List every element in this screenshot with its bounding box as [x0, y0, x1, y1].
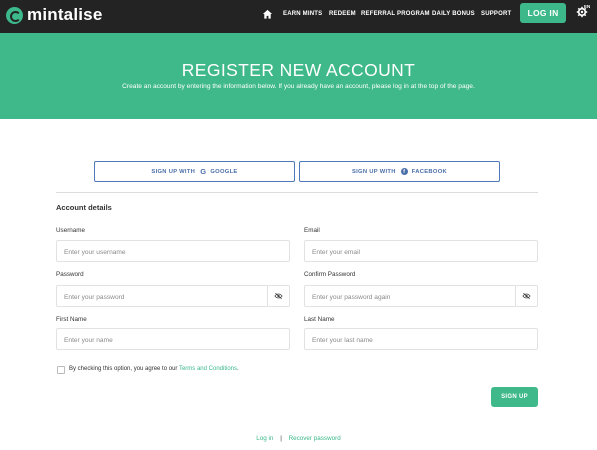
login-link[interactable]: Log in: [256, 435, 273, 442]
email-field-box: [304, 240, 538, 263]
nav-referral-program[interactable]: REFERRAL PROGRAM: [361, 11, 430, 17]
link-separator: |: [280, 435, 282, 442]
page-subtitle: Create an account by entering the inform…: [122, 83, 475, 90]
top-nav-bar: mintalise EARN MINTS REDEEM REFERRAL PRO…: [0, 0, 597, 33]
last-name-label: Last Name: [304, 316, 335, 323]
brand-logo[interactable]: mintalise: [6, 5, 103, 25]
google-icon: G: [200, 167, 207, 176]
username-input[interactable]: [57, 242, 289, 263]
recover-password-link[interactable]: Recover password: [289, 435, 341, 442]
brand-name: mintalise: [27, 5, 103, 24]
footer-links: Log in | Recover password: [0, 435, 597, 442]
nav-earn-mints[interactable]: EARN MINTS: [283, 11, 322, 17]
eye-slash-icon: [274, 292, 283, 300]
facebook-signup-name: FACEBOOK: [411, 168, 448, 175]
terms-link[interactable]: Terms and Conditions: [179, 366, 237, 372]
confirm-password-label: Confirm Password: [304, 271, 356, 278]
terms-agreement-label: By checking this option, you agree to ou…: [69, 366, 178, 372]
facebook-icon: f: [400, 168, 408, 175]
google-signup-label: SIGN UP WITH: [151, 168, 196, 175]
last-name-field-box: [304, 328, 538, 351]
confirm-password-toggle-button[interactable]: [515, 286, 537, 306]
first-name-input[interactable]: [57, 330, 289, 351]
page-title: REGISTER NEW ACCOUNT: [181, 60, 416, 80]
terms-period: .: [237, 366, 239, 372]
login-button[interactable]: LOG IN: [520, 3, 566, 23]
email-input[interactable]: [305, 242, 537, 263]
email-label: Email: [304, 227, 320, 234]
password-field-box: [56, 285, 290, 308]
terms-agreement-text: By checking this option, you agree to ou…: [69, 366, 239, 372]
confirm-password-field-box: [304, 285, 538, 308]
username-field-box: [56, 240, 290, 263]
first-name-field-box: [56, 328, 290, 351]
home-icon[interactable]: [262, 9, 273, 20]
signup-button[interactable]: SIGN UP: [491, 387, 538, 407]
eye-slash-icon: [522, 292, 531, 300]
register-banner: REGISTER NEW ACCOUNT Create an account b…: [0, 33, 597, 119]
password-input[interactable]: [57, 287, 267, 308]
nav-daily-bonus[interactable]: DAILY BONUS: [432, 11, 475, 17]
first-name-label: First Name: [56, 316, 87, 323]
google-signup-button[interactable]: SIGN UP WITH G GOOGLE: [94, 161, 295, 182]
password-toggle-button[interactable]: [267, 286, 289, 306]
confirm-password-input[interactable]: [305, 287, 515, 308]
nav-redeem[interactable]: REDEEM: [329, 11, 356, 17]
facebook-signup-label: SIGN UP WITH: [351, 168, 396, 175]
account-details-heading: Account details: [56, 203, 112, 212]
section-divider: [56, 192, 538, 193]
google-signup-name: GOOGLE: [210, 168, 238, 175]
language-code: EN: [584, 4, 591, 9]
last-name-input[interactable]: [305, 330, 537, 351]
facebook-signup-button[interactable]: SIGN UP WITH f FACEBOOK: [299, 161, 500, 182]
mint-logo-icon: [6, 6, 23, 24]
password-label: Password: [56, 271, 84, 278]
username-label: Username: [56, 227, 86, 234]
terms-checkbox[interactable]: [57, 366, 65, 374]
nav-support[interactable]: SUPPORT: [481, 11, 511, 17]
